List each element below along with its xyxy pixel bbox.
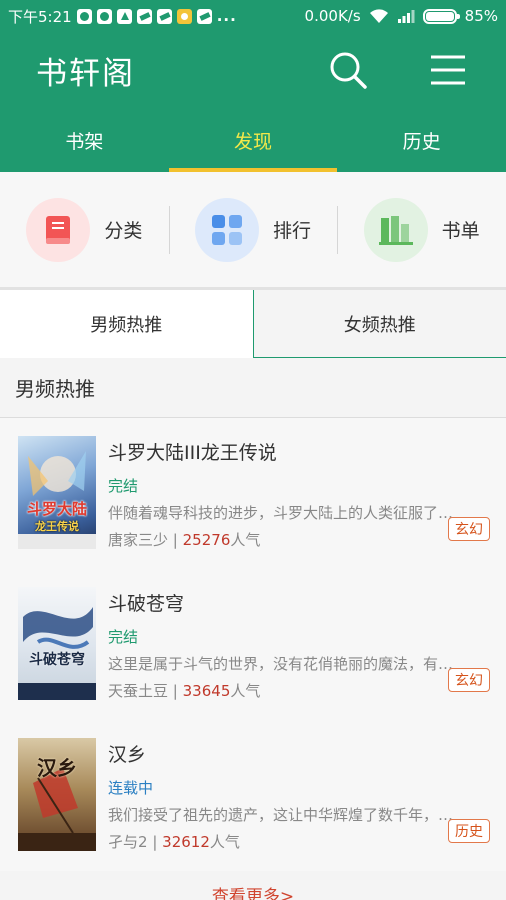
subtab-female[interactable]: 女频热推 xyxy=(252,290,506,358)
category-ranking[interactable]: 排行 xyxy=(168,197,338,262)
search-button[interactable] xyxy=(326,48,370,92)
wifi-icon xyxy=(369,9,388,23)
menu-button[interactable] xyxy=(426,48,470,92)
book-info: 斗罗大陆III龙王传说 完结 伴随着魂导科技的进步，斗罗大陆上的人类征服了… 唐… xyxy=(108,436,490,569)
book-description: 这里是属于斗气的世界，没有花俏艳丽的魔法，有… xyxy=(108,655,454,673)
category-circle xyxy=(26,197,91,262)
meta-separator: | xyxy=(152,833,158,851)
network-speed: 0.00K/s xyxy=(304,7,361,25)
cover-art xyxy=(18,607,96,700)
book-status: 完结 xyxy=(108,477,139,495)
status-time: 下午5:21 xyxy=(8,7,72,26)
cover-title: 斗罗大陆 xyxy=(26,500,87,518)
popularity-suffix: 人气 xyxy=(209,833,240,851)
main-tabs: 书架 发现 历史 xyxy=(0,108,506,172)
upload-icon xyxy=(116,8,132,24)
view-more-link[interactable]: 查看更多> xyxy=(0,882,506,900)
book-icon xyxy=(46,215,71,244)
status-bar: 下午5:21 ... 0.00K/s 85% xyxy=(0,0,506,32)
header: 下午5:21 ... 0.00K/s 85% 书轩阁 书架 发现 历史 xyxy=(0,0,506,172)
menu-icon xyxy=(431,55,465,85)
battery-level: 85% xyxy=(464,7,498,25)
cover-title: 斗破苍穹 xyxy=(29,652,85,668)
category-classify[interactable]: 分类 xyxy=(0,197,169,262)
category-label: 排行 xyxy=(273,220,312,242)
book-popularity: 32612 xyxy=(162,833,210,851)
category-label: 书单 xyxy=(441,220,480,242)
telegram-icon-3 xyxy=(196,8,212,24)
book-title: 斗破苍穹 xyxy=(108,593,185,615)
book-description: 我们接受了祖先的遗产，这让中华辉煌了数千年，… xyxy=(108,806,454,824)
book-cover[interactable]: 斗罗大陆 龙王传说 xyxy=(18,436,96,549)
book-meta: 唐家三少 | 25276人气 xyxy=(108,529,490,550)
category-circle xyxy=(195,197,259,262)
book-cover[interactable]: 汉乡 xyxy=(18,738,96,851)
book-item[interactable]: 汉乡 汉乡 连载中 我们接受了祖先的遗产，这让中华辉煌了数千年，… 孑与2 | … xyxy=(0,720,506,871)
book-cover[interactable]: 斗破苍穹 xyxy=(18,587,96,700)
popularity-suffix: 人气 xyxy=(230,682,261,700)
book-popularity: 25276 xyxy=(182,531,231,549)
category-circle xyxy=(363,197,428,262)
book-meta: 孑与2 | 32612人气 xyxy=(108,831,490,852)
qq-icon-2 xyxy=(96,8,112,24)
sub-tabs: 男频热推 女频热推 xyxy=(0,290,506,358)
telegram-icon xyxy=(136,8,152,24)
book-author: 唐家三少 xyxy=(108,531,169,549)
signal-icon xyxy=(397,10,415,23)
cover-title: 汉乡 xyxy=(37,756,77,780)
book-item[interactable]: 斗破苍穹 斗破苍穹 完结 这里是属于斗气的世界，没有花俏艳丽的魔法，有… 天蚕土… xyxy=(0,569,506,720)
book-list: 斗罗大陆 龙王传说 斗罗大陆III龙王传说 完结 伴随着魂导科技的进步，斗罗大陆… xyxy=(0,418,506,871)
section-title: 男频热推 xyxy=(0,358,506,418)
book-info: 汉乡 连载中 我们接受了祖先的遗产，这让中华辉煌了数千年，… 孑与2 | 326… xyxy=(108,738,490,871)
bars-icon xyxy=(378,215,413,245)
telegram-icon-2 xyxy=(156,8,172,24)
battery-icon xyxy=(422,8,460,24)
book-item[interactable]: 斗罗大陆 龙王传说 斗罗大陆III龙王传说 完结 伴随着魂导科技的进步，斗罗大陆… xyxy=(0,418,506,569)
app-bar: 书轩阁 xyxy=(0,32,506,108)
book-popularity: 33645 xyxy=(182,682,231,700)
more-notifications: ... xyxy=(216,7,237,25)
category-label: 分类 xyxy=(104,220,143,242)
genre-tag: 历史 xyxy=(448,819,490,843)
book-status: 连载中 xyxy=(108,779,154,797)
app-title: 书轩阁 xyxy=(36,55,135,92)
genre-tag: 玄幻 xyxy=(448,517,490,541)
grid-icon xyxy=(212,214,242,245)
app-notification-icon xyxy=(176,8,192,24)
book-title: 汉乡 xyxy=(108,744,147,766)
search-icon xyxy=(330,52,367,89)
book-author: 天蚕土豆 xyxy=(108,682,169,700)
genre-tag: 玄幻 xyxy=(448,668,490,692)
meta-separator: | xyxy=(172,682,178,700)
book-description: 伴随着魂导科技的进步，斗罗大陆上的人类征服了… xyxy=(108,504,454,522)
tab-bookshelf[interactable]: 书架 xyxy=(0,108,169,172)
cover-subtitle: 龙王传说 xyxy=(35,520,79,533)
popularity-suffix: 人气 xyxy=(230,531,261,549)
meta-separator: | xyxy=(172,531,178,549)
book-status: 完结 xyxy=(108,628,139,646)
qq-icon xyxy=(76,8,92,24)
tab-history[interactable]: 历史 xyxy=(337,108,506,172)
category-row: 分类 排行 书单 xyxy=(0,172,506,290)
book-meta: 天蚕土豆 | 33645人气 xyxy=(108,680,490,701)
category-booklist[interactable]: 书单 xyxy=(337,197,506,262)
book-author: 孑与2 xyxy=(108,833,148,851)
subtab-male[interactable]: 男频热推 xyxy=(0,290,253,358)
tab-discover[interactable]: 发现 xyxy=(168,108,338,172)
book-title: 斗罗大陆III龙王传说 xyxy=(108,442,277,464)
book-info: 斗破苍穹 完结 这里是属于斗气的世界，没有花俏艳丽的魔法，有… 天蚕土豆 | 3… xyxy=(108,587,490,720)
